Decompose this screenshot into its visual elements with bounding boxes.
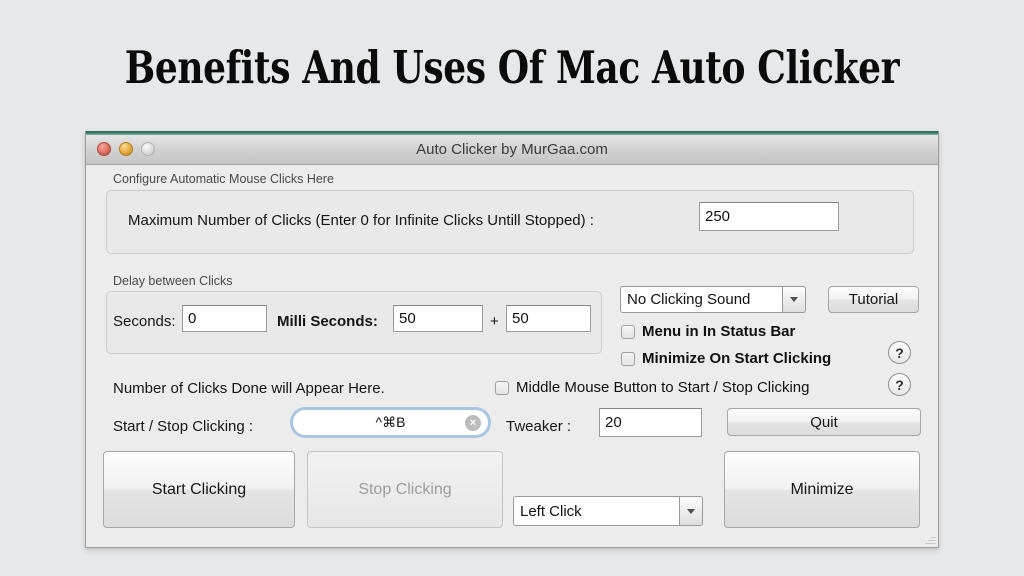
tutorial-button[interactable]: Tutorial [828,286,919,313]
tweaker-label: Tweaker : [506,418,572,435]
menu-status-bar-checkbox-row[interactable]: Menu in In Status Bar [621,323,795,340]
milli-seconds-extra-input[interactable]: 50 [506,305,591,332]
window-body: Configure Automatic Mouse Clicks Here Ma… [86,166,938,547]
clicking-sound-dropdown[interactable]: No Clicking Sound [620,286,806,313]
click-type-value: Left Click [513,496,679,526]
middle-mouse-checkbox-row[interactable]: Middle Mouse Button to Start / Stop Clic… [495,379,809,396]
menu-status-bar-label: Menu in In Status Bar [642,323,796,340]
start-clicking-button[interactable]: Start Clicking [103,451,295,528]
page-title: Benefits And Uses Of Mac Auto Clicker [124,41,900,94]
tweaker-input[interactable]: 20 [599,408,702,437]
minimize-on-start-checkbox-row[interactable]: Minimize On Start Clicking [621,350,831,367]
seconds-input[interactable]: 0 [182,305,267,332]
max-clicks-label: Maximum Number of Clicks (Enter 0 for In… [128,212,594,229]
minimize-button[interactable]: Minimize [724,451,920,528]
help-icon-middle-mouse[interactable]: ? [888,373,911,396]
minimize-on-start-label: Minimize On Start Clicking [642,350,832,367]
middle-mouse-checkbox[interactable] [495,380,509,395]
milli-seconds-label: Milli Seconds: [277,313,378,330]
clicking-sound-value: No Clicking Sound [620,286,782,313]
help-icon-minimize-on-start[interactable]: ? [888,341,911,364]
click-type-dropdown[interactable]: Left Click [513,496,703,526]
window-titlebar[interactable]: Auto Clicker by MurGaa.com [86,135,938,165]
stop-clicking-button: Stop Clicking [307,451,503,528]
seconds-label: Seconds: [113,313,176,330]
middle-mouse-label: Middle Mouse Button to Start / Stop Clic… [516,379,810,396]
start-stop-shortcut-input[interactable]: ^⌘B × [290,407,491,438]
chevron-down-icon[interactable] [782,286,806,313]
start-stop-shortcut-label: Start / Stop Clicking : [113,418,254,435]
menu-status-bar-checkbox[interactable] [621,324,635,339]
milli-seconds-input[interactable]: 50 [393,305,483,332]
configure-group-label: Configure Automatic Mouse Clicks Here [113,172,334,186]
clear-icon[interactable]: × [465,414,481,431]
app-window: Auto Clicker by MurGaa.com Configure Aut… [85,131,939,548]
chevron-down-icon[interactable] [679,496,703,526]
window-title: Auto Clicker by MurGaa.com [416,141,608,158]
shortcut-value: ^⌘B [375,414,406,430]
clicks-done-status: Number of Clicks Done will Appear Here. [113,380,385,397]
max-clicks-input[interactable]: 250 [699,202,839,231]
quit-button[interactable]: Quit [727,408,921,436]
delay-group-label: Delay between Clicks [113,274,233,288]
resize-grip[interactable] [924,533,936,545]
plus-sign: + [490,313,499,330]
minimize-on-start-checkbox[interactable] [621,351,635,366]
